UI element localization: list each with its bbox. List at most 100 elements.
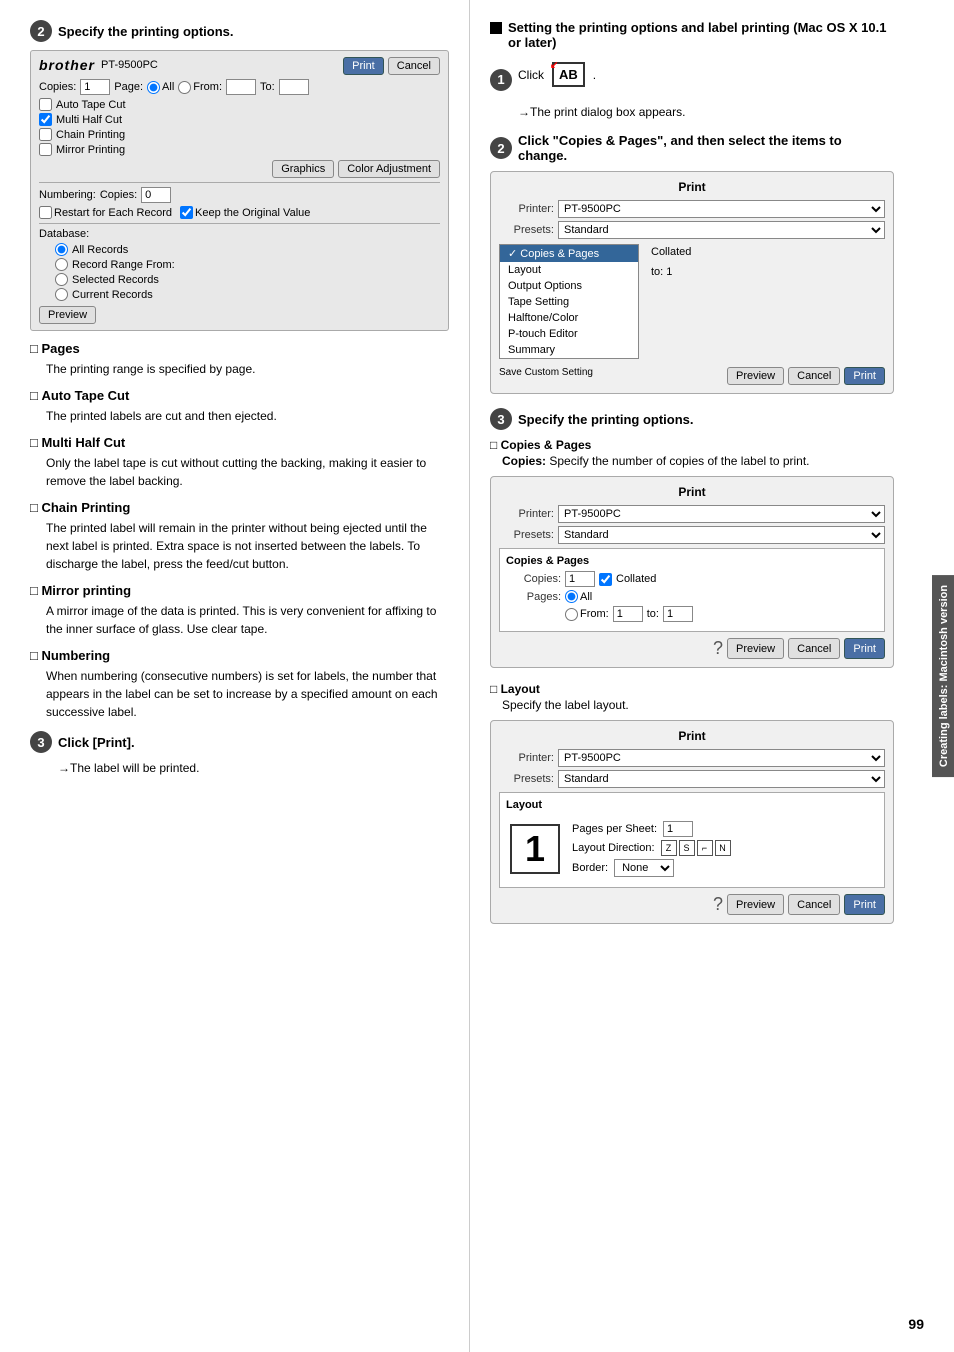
copies-pages-section: □ Copies & Pages Copies: Specify the num… (490, 438, 894, 668)
copies-input-cp[interactable] (565, 571, 595, 587)
db-range-row: Record Range From: (55, 258, 440, 271)
big-number: 1 (510, 824, 560, 874)
multi-half-cut-title: Multi Half Cut (30, 435, 449, 450)
from-radio-left[interactable] (178, 81, 191, 94)
from-input-cp[interactable] (613, 606, 643, 622)
preview-btn-cp[interactable]: Preview (727, 638, 784, 659)
copies-n-input[interactable] (141, 187, 171, 203)
printer-select-cp[interactable]: PT-9500PC (558, 505, 885, 523)
to-value-left[interactable] (279, 79, 309, 95)
save-custom-label: Save Custom Setting (499, 367, 723, 385)
output-options-item[interactable]: Output Options (500, 278, 638, 294)
step2-dialog-title: Print (499, 180, 885, 194)
db-selected-radio[interactable] (55, 273, 68, 286)
dir-n2[interactable]: N (715, 840, 731, 856)
ptouch-item[interactable]: P-touch Editor (500, 326, 638, 342)
click-icon-wrapper: Click ↙ AB . (518, 62, 596, 87)
presets-select-cp[interactable]: Standard (558, 526, 885, 544)
from-radio-cp[interactable] (565, 608, 578, 621)
cancel-btn-s2[interactable]: Cancel (788, 367, 840, 385)
black-square (490, 22, 502, 34)
summary-item[interactable]: Summary (500, 342, 638, 358)
print-btn-cp[interactable]: Print (844, 638, 885, 659)
to-input-cp[interactable] (663, 606, 693, 622)
db-all-radio[interactable] (55, 243, 68, 256)
print-btn-ly[interactable]: Print (844, 894, 885, 915)
layout-item[interactable]: Layout (500, 262, 638, 278)
cancel-btn-cp[interactable]: Cancel (788, 638, 840, 659)
printer-name-left: PT-9500PC (101, 59, 158, 71)
layout-section: □ Layout Specify the label layout. Print… (490, 682, 894, 924)
numbering-row: Numbering: Copies: (39, 187, 440, 203)
keep-label: Keep the Original Value (195, 207, 310, 219)
copies-pages-body: Copies: Specify the number of copies of … (502, 454, 894, 468)
graphics-btn-row: Graphics Color Adjustment (39, 160, 440, 178)
copies-pages-inner: Copies & Pages Copies: Collated Pages: (499, 548, 885, 632)
print-btn-left[interactable]: Print (343, 57, 384, 75)
step2-circle: 2 (30, 20, 52, 42)
dir-s[interactable]: S (679, 840, 695, 856)
layout-direction-row: Layout Direction: Z S ⌐ N (572, 840, 731, 856)
mirror-printing-check[interactable] (39, 143, 52, 156)
auto-tape-cut-body: The printed labels are cut and then ejec… (46, 407, 449, 425)
db-current-row: Current Records (55, 288, 440, 301)
to-label-s2: to: (651, 266, 663, 278)
preview-btn-s2[interactable]: Preview (727, 367, 784, 385)
from-value-left[interactable] (226, 79, 256, 95)
multi-half-cut-label: Multi Half Cut (56, 114, 122, 126)
graphics-btn[interactable]: Graphics (272, 160, 334, 178)
print-btn-s2[interactable]: Print (844, 367, 885, 385)
preview-btn-ly[interactable]: Preview (727, 894, 784, 915)
db-range-radio[interactable] (55, 258, 68, 271)
cancel-btn-left[interactable]: Cancel (388, 57, 440, 75)
pps-label: Pages per Sheet: (572, 823, 657, 835)
header-right: Print Cancel (343, 57, 440, 75)
to-row: to: 1 (651, 266, 881, 278)
all-radio-left[interactable] (147, 81, 160, 94)
step2-title-right: Click "Copies & Pages", and then select … (518, 133, 894, 163)
click-text: Click (518, 68, 544, 82)
border-select[interactable]: None (614, 859, 674, 877)
page-number: 99 (908, 1316, 924, 1332)
dir-z[interactable]: Z (661, 840, 677, 856)
copies-pages-item[interactable]: ✓ Copies & Pages (500, 245, 638, 262)
tape-setting-item[interactable]: Tape Setting (500, 294, 638, 310)
db-current-radio[interactable] (55, 288, 68, 301)
halftone-item[interactable]: Halftone/Color (500, 310, 638, 326)
step2-dialog-btns: Save Custom Setting Preview Cancel Print (499, 367, 885, 385)
from-option-left: From: (193, 81, 222, 93)
collated-checkbox[interactable] (599, 573, 612, 586)
right-heading: Setting the printing options and label p… (490, 20, 894, 50)
printer-select-s2[interactable]: PT-9500PC (558, 200, 885, 218)
dir-n1[interactable]: ⌐ (697, 840, 713, 856)
all-radio-cp[interactable] (565, 590, 578, 603)
pps-input[interactable] (663, 821, 693, 837)
color-adj-btn[interactable]: Color Adjustment (338, 160, 440, 178)
restart-check[interactable] (39, 206, 52, 219)
step3-header-left: 3 Click [Print]. (30, 731, 449, 753)
copies-input-left[interactable] (80, 79, 110, 95)
preview-btn-left[interactable]: Preview (39, 306, 96, 324)
cancel-btn-ly[interactable]: Cancel (788, 894, 840, 915)
step1-circle: 1 (490, 69, 512, 91)
step3-title-right: Specify the printing options. (518, 412, 694, 427)
period: . (593, 68, 596, 82)
copies-bold: Copies: (502, 454, 546, 468)
presets-select-s2[interactable]: Standard (558, 221, 885, 239)
copies-dialog-title: Print (499, 485, 885, 499)
multi-half-cut-check[interactable] (39, 113, 52, 126)
step3-body-left: →The label will be printed. (58, 761, 449, 775)
numbering-body: When numbering (consecutive numbers) is … (46, 667, 449, 721)
printer-row-step2: Printer: PT-9500PC (499, 200, 885, 218)
chain-printing-check[interactable] (39, 128, 52, 141)
auto-tape-cut-check[interactable] (39, 98, 52, 111)
printer-select-ly[interactable]: PT-9500PC (558, 749, 885, 767)
step2-right-content: Collated to: 1 (647, 242, 885, 361)
step2-header: 2 Specify the printing options. (30, 20, 449, 42)
keep-check[interactable] (180, 206, 193, 219)
border-row: Border: None (572, 859, 731, 877)
step3-header-right: 3 Specify the printing options. (490, 408, 894, 430)
presets-select-ly[interactable]: Standard (558, 770, 885, 788)
numbering-label: Numbering: (39, 189, 96, 201)
layout-inner: Layout 1 Pages per Sheet: Layout Directi… (499, 792, 885, 888)
